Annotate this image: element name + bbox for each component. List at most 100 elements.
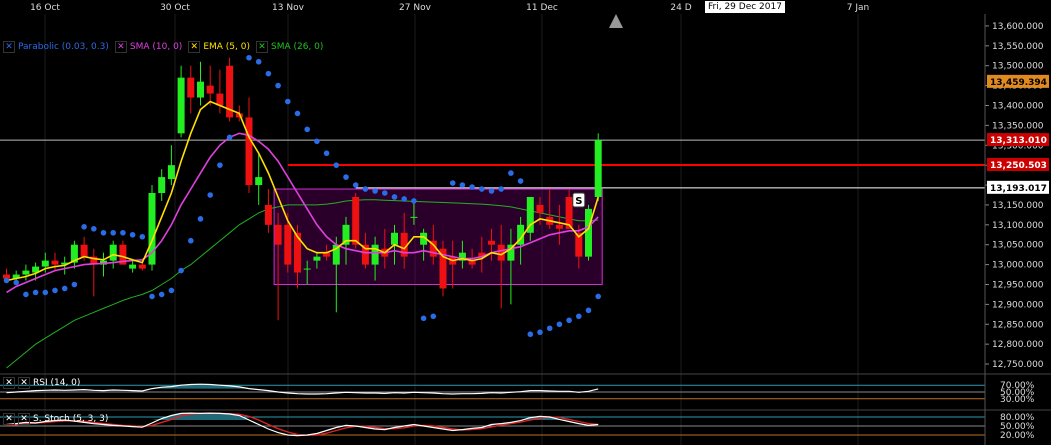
stoch-legend: ✕ ✕ S. Stoch (5, 3, 3) [3, 413, 108, 425]
legend-stoch-label: S. Stoch (5, 3, 3) [33, 414, 109, 424]
legend-parabolic-label: Parabolic (0.03, 0.3) [18, 42, 109, 52]
psar-dot [129, 231, 136, 238]
candle-body [536, 204, 544, 213]
psar-dot [158, 291, 165, 298]
price-tick-label: 13,050.000 [992, 241, 1044, 251]
psar-dot [197, 216, 204, 222]
x-axis-label: 27 Nov [399, 3, 432, 13]
candle-body [585, 208, 592, 257]
legend-sma26[interactable]: ✕ SMA (26, 0) [255, 41, 323, 53]
rsi-legend: ✕ ✕ RSI (14, 0) [3, 377, 80, 389]
psar-dot [81, 224, 87, 230]
crosshair-date-tag: Fri, 29 Dec 2017 [705, 1, 785, 13]
psar-dot [120, 229, 126, 236]
legend-stoch[interactable]: ✕ ✕ S. Stoch (5, 3, 3) [3, 413, 108, 425]
rsi-settings-icon[interactable]: ✕ [18, 377, 30, 389]
psar-dot [168, 287, 175, 294]
psar-dot [459, 182, 466, 188]
psar-dot [479, 186, 485, 192]
candle-body [138, 264, 146, 269]
x-axis-label: 11 Dec [526, 3, 558, 13]
candle-body [167, 165, 175, 180]
candle-body [129, 264, 137, 269]
psar-dot [546, 325, 553, 332]
legend-rsi[interactable]: ✕ ✕ RSI (14, 0) [3, 377, 80, 389]
psar-dot [139, 233, 146, 240]
candle-body [274, 224, 282, 245]
psar-dot [32, 289, 39, 296]
remove-stoch-icon[interactable]: ✕ [3, 413, 15, 425]
candle-body [51, 260, 59, 265]
price-tick-label: 13,100.000 [992, 221, 1044, 231]
main-legend: ✕ Parabolic (0.03, 0.3) ✕ SMA (10, 0) ✕ … [3, 41, 323, 53]
candle-body [255, 177, 263, 186]
psar-dot [527, 331, 534, 338]
psar-dot [566, 317, 572, 324]
chart-canvas[interactable]: 13,600.00013,550.00013,500.00013,450.000… [0, 0, 1051, 445]
psar-dot [100, 229, 107, 236]
candle-body [264, 204, 272, 225]
price-tick-label: 13,400.000 [992, 101, 1044, 111]
psar-dot [401, 196, 408, 202]
price-tick-label: 12,850.000 [992, 320, 1044, 330]
price-tag-label: 13,193.017 [990, 184, 1047, 194]
price-tag-label: 13,250.503 [990, 161, 1047, 171]
price-tick-label: 13,600.000 [992, 22, 1044, 32]
remove-ema5-icon[interactable]: ✕ [188, 41, 201, 53]
x-axis-label: 16 Oct [30, 3, 60, 13]
rsi-tick-label: 30.00% [1000, 395, 1035, 405]
signal-badge-label: S [575, 196, 582, 207]
psar-dot [556, 321, 563, 328]
candle-body [22, 270, 30, 275]
legend-ema5[interactable]: ✕ EMA (5, 0) [188, 41, 250, 53]
remove-sma26-icon[interactable]: ✕ [255, 41, 268, 53]
psar-dot [52, 287, 58, 294]
legend-sma10-label: SMA (10, 0) [129, 42, 183, 52]
remove-parabolic-icon[interactable]: ✕ [3, 41, 15, 53]
stoch-settings-icon[interactable]: ✕ [18, 413, 30, 425]
legend-parabolic[interactable]: ✕ Parabolic (0.03, 0.3) [3, 41, 109, 53]
psar-dot [595, 293, 601, 300]
psar-dot [537, 329, 543, 336]
x-axis-label: 30 Oct [160, 3, 190, 13]
candle-body [391, 232, 398, 245]
price-tick-label: 13,000.000 [992, 261, 1044, 271]
remove-sma10-icon[interactable]: ✕ [114, 41, 127, 53]
psar-dot [23, 291, 29, 298]
psar-dot [246, 54, 252, 61]
psar-dot [294, 110, 301, 117]
candle-body [284, 224, 292, 265]
candle-body [177, 77, 185, 134]
psar-dot [498, 186, 505, 192]
psar-dot [285, 98, 291, 105]
psar-dot [265, 70, 272, 77]
psar-dot [420, 315, 427, 322]
candle-body [109, 244, 117, 261]
price-tick-label: 12,750.000 [992, 360, 1044, 370]
remove-rsi-icon[interactable]: ✕ [3, 377, 15, 389]
psar-dot [488, 188, 495, 194]
x-axis-label: 13 Nov [272, 3, 305, 13]
current-time-marker-icon[interactable] [609, 14, 623, 28]
price-tick-label: 13,550.000 [992, 42, 1044, 52]
candle-body [352, 196, 360, 245]
psar-dot [304, 126, 311, 133]
x-axis-label: 24 D [670, 3, 691, 13]
psar-dot [71, 281, 78, 288]
psar-dot [508, 170, 514, 176]
candle-body [187, 77, 195, 98]
psar-dot [207, 192, 213, 198]
candle-body [41, 260, 49, 267]
candle-body [371, 244, 379, 265]
psar-dot [585, 307, 592, 314]
stoch-tick-label: 20.00% [1000, 431, 1035, 441]
legend-rsi-label: RSI (14, 0) [33, 378, 81, 388]
price-tag-label: 13,313.010 [990, 136, 1047, 146]
candle-body [80, 244, 88, 257]
legend-sma10[interactable]: ✕ SMA (10, 0) [114, 41, 183, 53]
psar-dot [275, 82, 281, 89]
candle-body [245, 117, 253, 186]
price-tick-label: 13,500.000 [992, 62, 1044, 72]
psar-dot [382, 190, 388, 196]
psar-dot [314, 138, 320, 145]
